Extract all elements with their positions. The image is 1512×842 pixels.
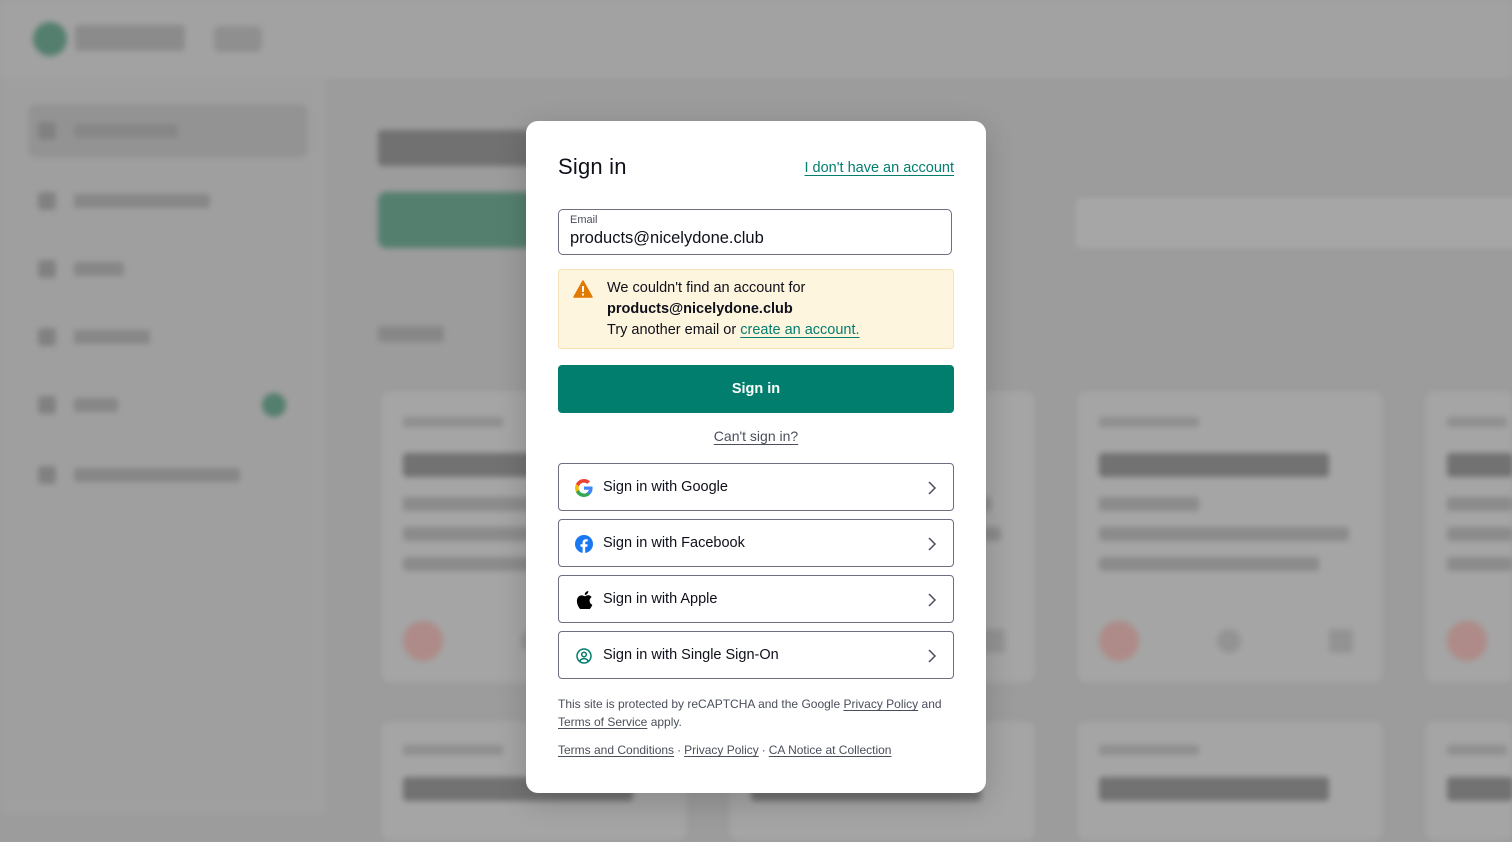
facebook-icon xyxy=(575,535,593,553)
legal-suffix: apply. xyxy=(650,715,682,729)
sign-in-sso-button[interactable]: Sign in with Single Sign-On xyxy=(558,631,954,679)
new-document-button xyxy=(378,192,548,248)
email-field[interactable]: Email xyxy=(558,209,952,255)
warning-icon xyxy=(573,280,593,298)
chevron-right-icon xyxy=(928,537,937,551)
privacy-policy-link[interactable]: Privacy Policy xyxy=(684,743,759,757)
google-terms-link[interactable]: Terms of Service xyxy=(558,715,647,729)
separator: · xyxy=(677,743,682,757)
footer-links: Terms and Conditions · Privacy Policy · CA N… xyxy=(558,743,891,757)
dialog-title: Sign in xyxy=(558,154,627,179)
legal-and: and xyxy=(921,697,942,711)
email-input[interactable] xyxy=(570,229,940,248)
google-icon xyxy=(575,479,593,497)
sidebar-item xyxy=(28,448,308,502)
page-title xyxy=(378,130,548,166)
recaptcha-notice: This site is protected by reCAPTCHA and … xyxy=(558,695,954,731)
alert-email: products@nicelydone.club xyxy=(607,301,793,317)
cant-sign-in-link[interactable]: Can't sign in? xyxy=(714,428,798,444)
document-card xyxy=(1076,390,1384,684)
search-input xyxy=(1074,196,1512,250)
sign-in-button[interactable]: Sign in xyxy=(558,365,954,413)
apple-icon xyxy=(576,591,593,609)
sign-in-apple-button[interactable]: Sign in with Apple xyxy=(558,575,954,623)
app-logo-icon xyxy=(33,22,67,56)
document-icon xyxy=(38,122,56,140)
badge-icon xyxy=(262,393,286,417)
app-logo-wordmark xyxy=(75,25,185,51)
terms-conditions-link[interactable]: Terms and Conditions xyxy=(558,743,674,757)
alert-line-1: We couldn't find an account for xyxy=(607,280,806,296)
chevron-right-icon xyxy=(928,593,937,607)
google-privacy-link[interactable]: Privacy Policy xyxy=(843,697,918,711)
email-label: Email xyxy=(570,214,598,226)
plan-badge xyxy=(214,26,262,52)
sidebar-item xyxy=(28,242,308,296)
apple-label: Sign in with Apple xyxy=(603,591,718,607)
apps-icon xyxy=(38,396,56,414)
sidebar-item xyxy=(28,174,308,228)
sidebar-item xyxy=(28,310,308,364)
sort-label xyxy=(378,326,444,342)
app-header xyxy=(0,0,1512,78)
cant-sign-in-row: Can't sign in? xyxy=(526,428,986,444)
sidebar-item xyxy=(28,104,308,158)
clock-icon xyxy=(38,192,56,210)
document-card xyxy=(1076,720,1384,842)
sign-in-google-button[interactable]: Sign in with Google xyxy=(558,463,954,511)
legal-prefix: This site is protected by reCAPTCHA and … xyxy=(558,697,841,711)
app-sidebar xyxy=(0,78,326,814)
account-icon xyxy=(38,328,56,346)
sign-in-facebook-button[interactable]: Sign in with Facebook xyxy=(558,519,954,567)
alert-message: We couldn't find an account for products… xyxy=(607,278,860,341)
separator: · xyxy=(761,743,766,757)
sparkle-icon xyxy=(38,466,56,484)
trash-icon xyxy=(38,260,56,278)
facebook-label: Sign in with Facebook xyxy=(603,535,745,551)
alert-line-3: Try another email or xyxy=(607,322,737,338)
sidebar-item xyxy=(28,378,308,432)
sso-label: Sign in with Single Sign-On xyxy=(603,647,779,663)
document-card xyxy=(1424,390,1512,684)
google-label: Sign in with Google xyxy=(603,479,728,495)
chevron-right-icon xyxy=(928,481,937,495)
create-account-link[interactable]: create an account. xyxy=(740,322,859,338)
account-not-found-alert: We couldn't find an account for products… xyxy=(558,269,954,349)
sign-in-dialog: Sign in I don't have an account Email We… xyxy=(526,121,986,793)
ca-notice-link[interactable]: CA Notice at Collection xyxy=(769,743,892,757)
document-card xyxy=(1424,720,1512,842)
chevron-right-icon xyxy=(928,649,937,663)
no-account-link[interactable]: I don't have an account xyxy=(805,160,955,176)
sso-user-icon xyxy=(576,648,592,664)
